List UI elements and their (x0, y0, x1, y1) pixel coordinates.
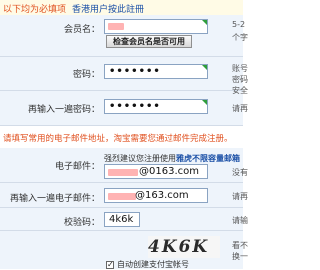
confirm-password-label: 再输入一遍密码： (27, 105, 100, 115)
divider (0, 90, 243, 91)
side-hint: 密码 (232, 75, 248, 84)
side-hint: 没有 (232, 168, 248, 177)
hk-register-link[interactable]: 香港用户按此註冊 (72, 2, 144, 15)
email-input[interactable]: @0163.com (104, 164, 208, 179)
side-hint: 请再 (232, 104, 248, 113)
divider (0, 182, 243, 183)
side-hint: 5-2 (232, 20, 246, 29)
captcha-image[interactable]: 4K6K (148, 236, 220, 258)
divider (0, 230, 243, 231)
divider (0, 207, 243, 208)
side-hint: 个字 (232, 33, 248, 42)
email-hint-text: 强烈建议您注册使用 (104, 154, 176, 163)
side-hint: 安全 (232, 86, 248, 95)
email-label: 电子邮件： (54, 162, 100, 172)
confirm-email-label: 再输入一遍电子邮件： (9, 194, 100, 204)
yahoo-mail-link[interactable]: 雅虎不限容量邮箱 (176, 154, 240, 163)
side-hint: 换一 (232, 252, 248, 261)
email-hint: 强烈建议您注册使用雅虎不限容量邮箱 (104, 153, 240, 164)
side-hint: 看不 (232, 241, 248, 250)
check-member-name-button[interactable]: 检查会员名是否可用 (106, 35, 192, 48)
member-name-label: 会员名： (63, 25, 100, 35)
password-input[interactable]: ••••••• (104, 64, 208, 79)
confirm-email-value: @163.com (135, 190, 189, 201)
auto-create-alipay-label: 自动创建支付宝帐号 (117, 260, 189, 269)
redacted-text (108, 169, 138, 176)
valid-tick-icon (202, 20, 207, 25)
side-hint: 请输 (232, 216, 248, 225)
divider (0, 125, 243, 126)
auto-create-alipay-checkbox[interactable]: ✓ (106, 261, 114, 269)
email-notice: 请填写常用的电子邮件地址，淘宝需要您通过邮件完成注册。 (3, 134, 233, 144)
redacted-text (108, 23, 124, 30)
valid-tick-icon (202, 65, 207, 70)
confirm-email-input[interactable]: @163.com (104, 188, 208, 203)
required-note: 以下均为必填项 (3, 5, 67, 15)
captcha-input[interactable]: 4k6k (104, 212, 140, 227)
captcha-label: 校验码： (63, 218, 100, 228)
member-name-input[interactable] (104, 19, 208, 34)
redacted-text (108, 193, 136, 200)
confirm-password-input[interactable]: ••••••• (104, 99, 208, 114)
divider (0, 56, 243, 57)
side-hint: 账号 (232, 64, 248, 73)
password-label: 密码： (72, 70, 100, 80)
side-hint: 请再 (232, 192, 248, 201)
email-value: @0163.com (139, 166, 199, 177)
valid-tick-icon (202, 100, 207, 105)
